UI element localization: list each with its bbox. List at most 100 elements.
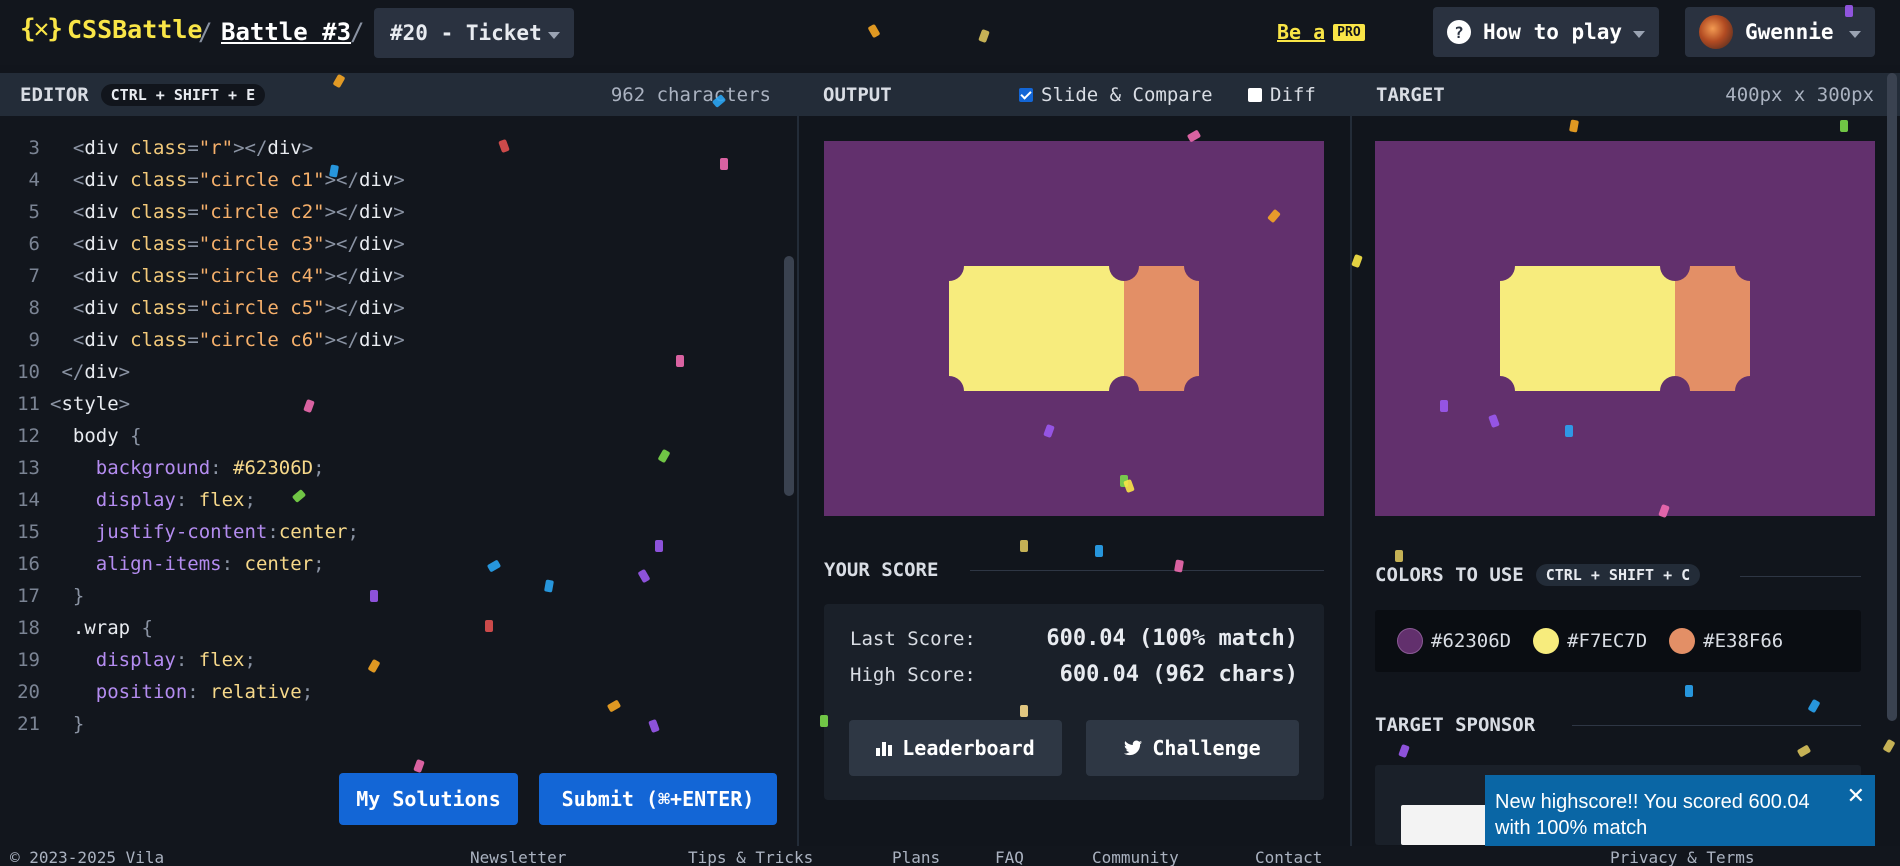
score-box: Last Score: 600.04 (100% match) High Sco… <box>824 604 1324 800</box>
line-number: 10 <box>17 361 40 383</box>
confetti-piece <box>1685 685 1693 697</box>
submit-button[interactable]: Submit (⌘+ENTER) <box>539 773 777 825</box>
code-token: div <box>84 361 119 383</box>
color-swatch[interactable]: #62306D <box>1397 628 1511 654</box>
code-editor[interactable]: 3 <div class="r"></div> 4 <div class="cir… <box>0 116 797 846</box>
footer-link[interactable]: Community <box>1092 848 1179 866</box>
footer-link[interactable]: Plans <box>892 848 940 866</box>
code-line[interactable]: 16 align-items: center; <box>0 548 324 580</box>
code-token: > <box>393 265 405 287</box>
code-text: <div class="circle c1"></div> <box>40 169 405 191</box>
editor-header: EDITOR CTRL + SHIFT + E 962 characters <box>0 73 797 116</box>
avatar <box>1699 15 1733 49</box>
highscore-toast[interactable]: New highscore!! You scored 600.04 with 1… <box>1485 775 1875 854</box>
line-number: 6 <box>28 233 40 255</box>
challenge-button[interactable]: Challenge <box>1086 720 1299 776</box>
code-token: : <box>267 521 279 543</box>
code-line[interactable]: 6 <div class="circle c3"></div> <box>0 228 405 260</box>
code-token: ></ <box>324 201 359 223</box>
leaderboard-button[interactable]: Leaderboard <box>849 720 1062 776</box>
confetti-piece <box>1565 425 1573 437</box>
battle-link[interactable]: Battle #3 <box>221 18 351 46</box>
code-token: "circle c6" <box>198 329 325 351</box>
code-token: center <box>244 553 314 575</box>
code-line[interactable]: 14 display: flex; <box>0 484 256 516</box>
code-line[interactable]: 12 body { <box>0 420 141 452</box>
chevron-down-icon <box>1633 31 1645 38</box>
code-line[interactable]: 3 <div class="r"></div> <box>0 132 314 164</box>
code-text: position: relative; <box>40 681 313 703</box>
code-token: = <box>187 297 199 319</box>
close-icon[interactable]: ✕ <box>1847 783 1865 809</box>
code-token: div <box>358 169 394 191</box>
code-token: ></ <box>324 233 359 255</box>
code-line[interactable]: 15 justify-content:center; <box>0 516 359 548</box>
code-line[interactable]: 7 <div class="circle c4"></div> <box>0 260 405 292</box>
slide-compare-checkbox[interactable] <box>1019 87 1033 102</box>
line-number: 19 <box>17 649 40 671</box>
code-line[interactable]: 20 position: relative; <box>0 676 313 708</box>
color-swatch[interactable]: #E38F66 <box>1669 628 1783 654</box>
color-swatch[interactable]: #F7EC7D <box>1533 628 1647 654</box>
code-line[interactable]: 8 <div class="circle c5"></div> <box>0 292 405 324</box>
leaderboard-label: Leaderboard <box>902 736 1035 760</box>
my-solutions-button[interactable]: My Solutions <box>339 773 518 825</box>
code-line[interactable]: 18 .wrap { <box>0 612 153 644</box>
editor-scrollbar[interactable] <box>784 256 794 496</box>
sponsor-image[interactable] <box>1401 805 1491 845</box>
code-line[interactable]: 4 <div class="circle c1"></div> <box>0 164 405 196</box>
be-pro-link[interactable]: Be a PRO <box>1277 20 1365 44</box>
confetti-piece <box>1398 743 1410 759</box>
code-token: < <box>72 137 85 159</box>
be-a-label: Be a <box>1277 20 1326 44</box>
code-token: ></ <box>324 329 359 351</box>
how-to-play-button[interactable]: ? How to play <box>1433 7 1659 57</box>
slide-compare-toggle[interactable]: Slide & Compare <box>1019 84 1213 106</box>
confetti-piece <box>485 620 493 632</box>
code-token: justify-content <box>95 521 268 543</box>
code-token: ; <box>313 457 325 479</box>
code-token: position <box>95 681 188 703</box>
colors-title-label: COLORS TO USE <box>1375 564 1524 586</box>
code-token: > <box>118 393 131 415</box>
confetti-piece <box>720 158 728 170</box>
code-token: = <box>187 137 199 159</box>
output-canvas[interactable] <box>824 141 1324 516</box>
code-line[interactable]: 19 display: flex; <box>0 644 256 676</box>
code-line[interactable]: 21 } <box>0 708 84 740</box>
code-token: > <box>393 201 405 223</box>
code-token: "r" <box>198 137 234 159</box>
footer-link[interactable]: FAQ <box>995 848 1024 866</box>
code-line[interactable]: 13 background: #62306D; <box>0 452 325 484</box>
code-token: div <box>267 137 302 159</box>
diff-checkbox[interactable] <box>1248 87 1262 102</box>
code-line[interactable]: 17 } <box>0 580 84 612</box>
code-token: background <box>95 457 211 479</box>
cssbattle-logo[interactable]: {✕} CSSBattle <box>20 14 202 44</box>
code-line[interactable]: 5 <div class="circle c2"></div> <box>0 196 405 228</box>
code-token: div <box>358 201 394 223</box>
code-text: display: flex; <box>40 649 256 671</box>
footer-link[interactable]: Contact <box>1255 848 1322 866</box>
target-select[interactable]: #20 - Ticket <box>374 8 574 58</box>
code-line[interactable]: 11 <style> <box>0 388 130 420</box>
footer-link[interactable]: Newsletter <box>470 848 566 866</box>
code-line[interactable]: 9 <div class="circle c6"></div> <box>0 324 405 356</box>
code-token: div <box>84 265 131 287</box>
diff-toggle[interactable]: Diff <box>1248 84 1316 106</box>
page-scrollbar[interactable] <box>1887 73 1897 721</box>
code-token: : <box>221 553 245 575</box>
code-text: <div class="circle c6"></div> <box>40 329 405 351</box>
code-token: = <box>187 201 199 223</box>
footer-link[interactable]: Tips & Tricks <box>688 848 813 866</box>
code-token: center <box>278 521 348 543</box>
code-line[interactable]: 10 </div> <box>0 356 130 388</box>
ticket-notch <box>1735 251 1765 281</box>
footer-link[interactable]: Privacy & Terms <box>1610 848 1755 866</box>
code-token: div <box>84 233 131 255</box>
footer: © 2023-2025 Vila Newsletter Tips & Trick… <box>0 846 1900 866</box>
